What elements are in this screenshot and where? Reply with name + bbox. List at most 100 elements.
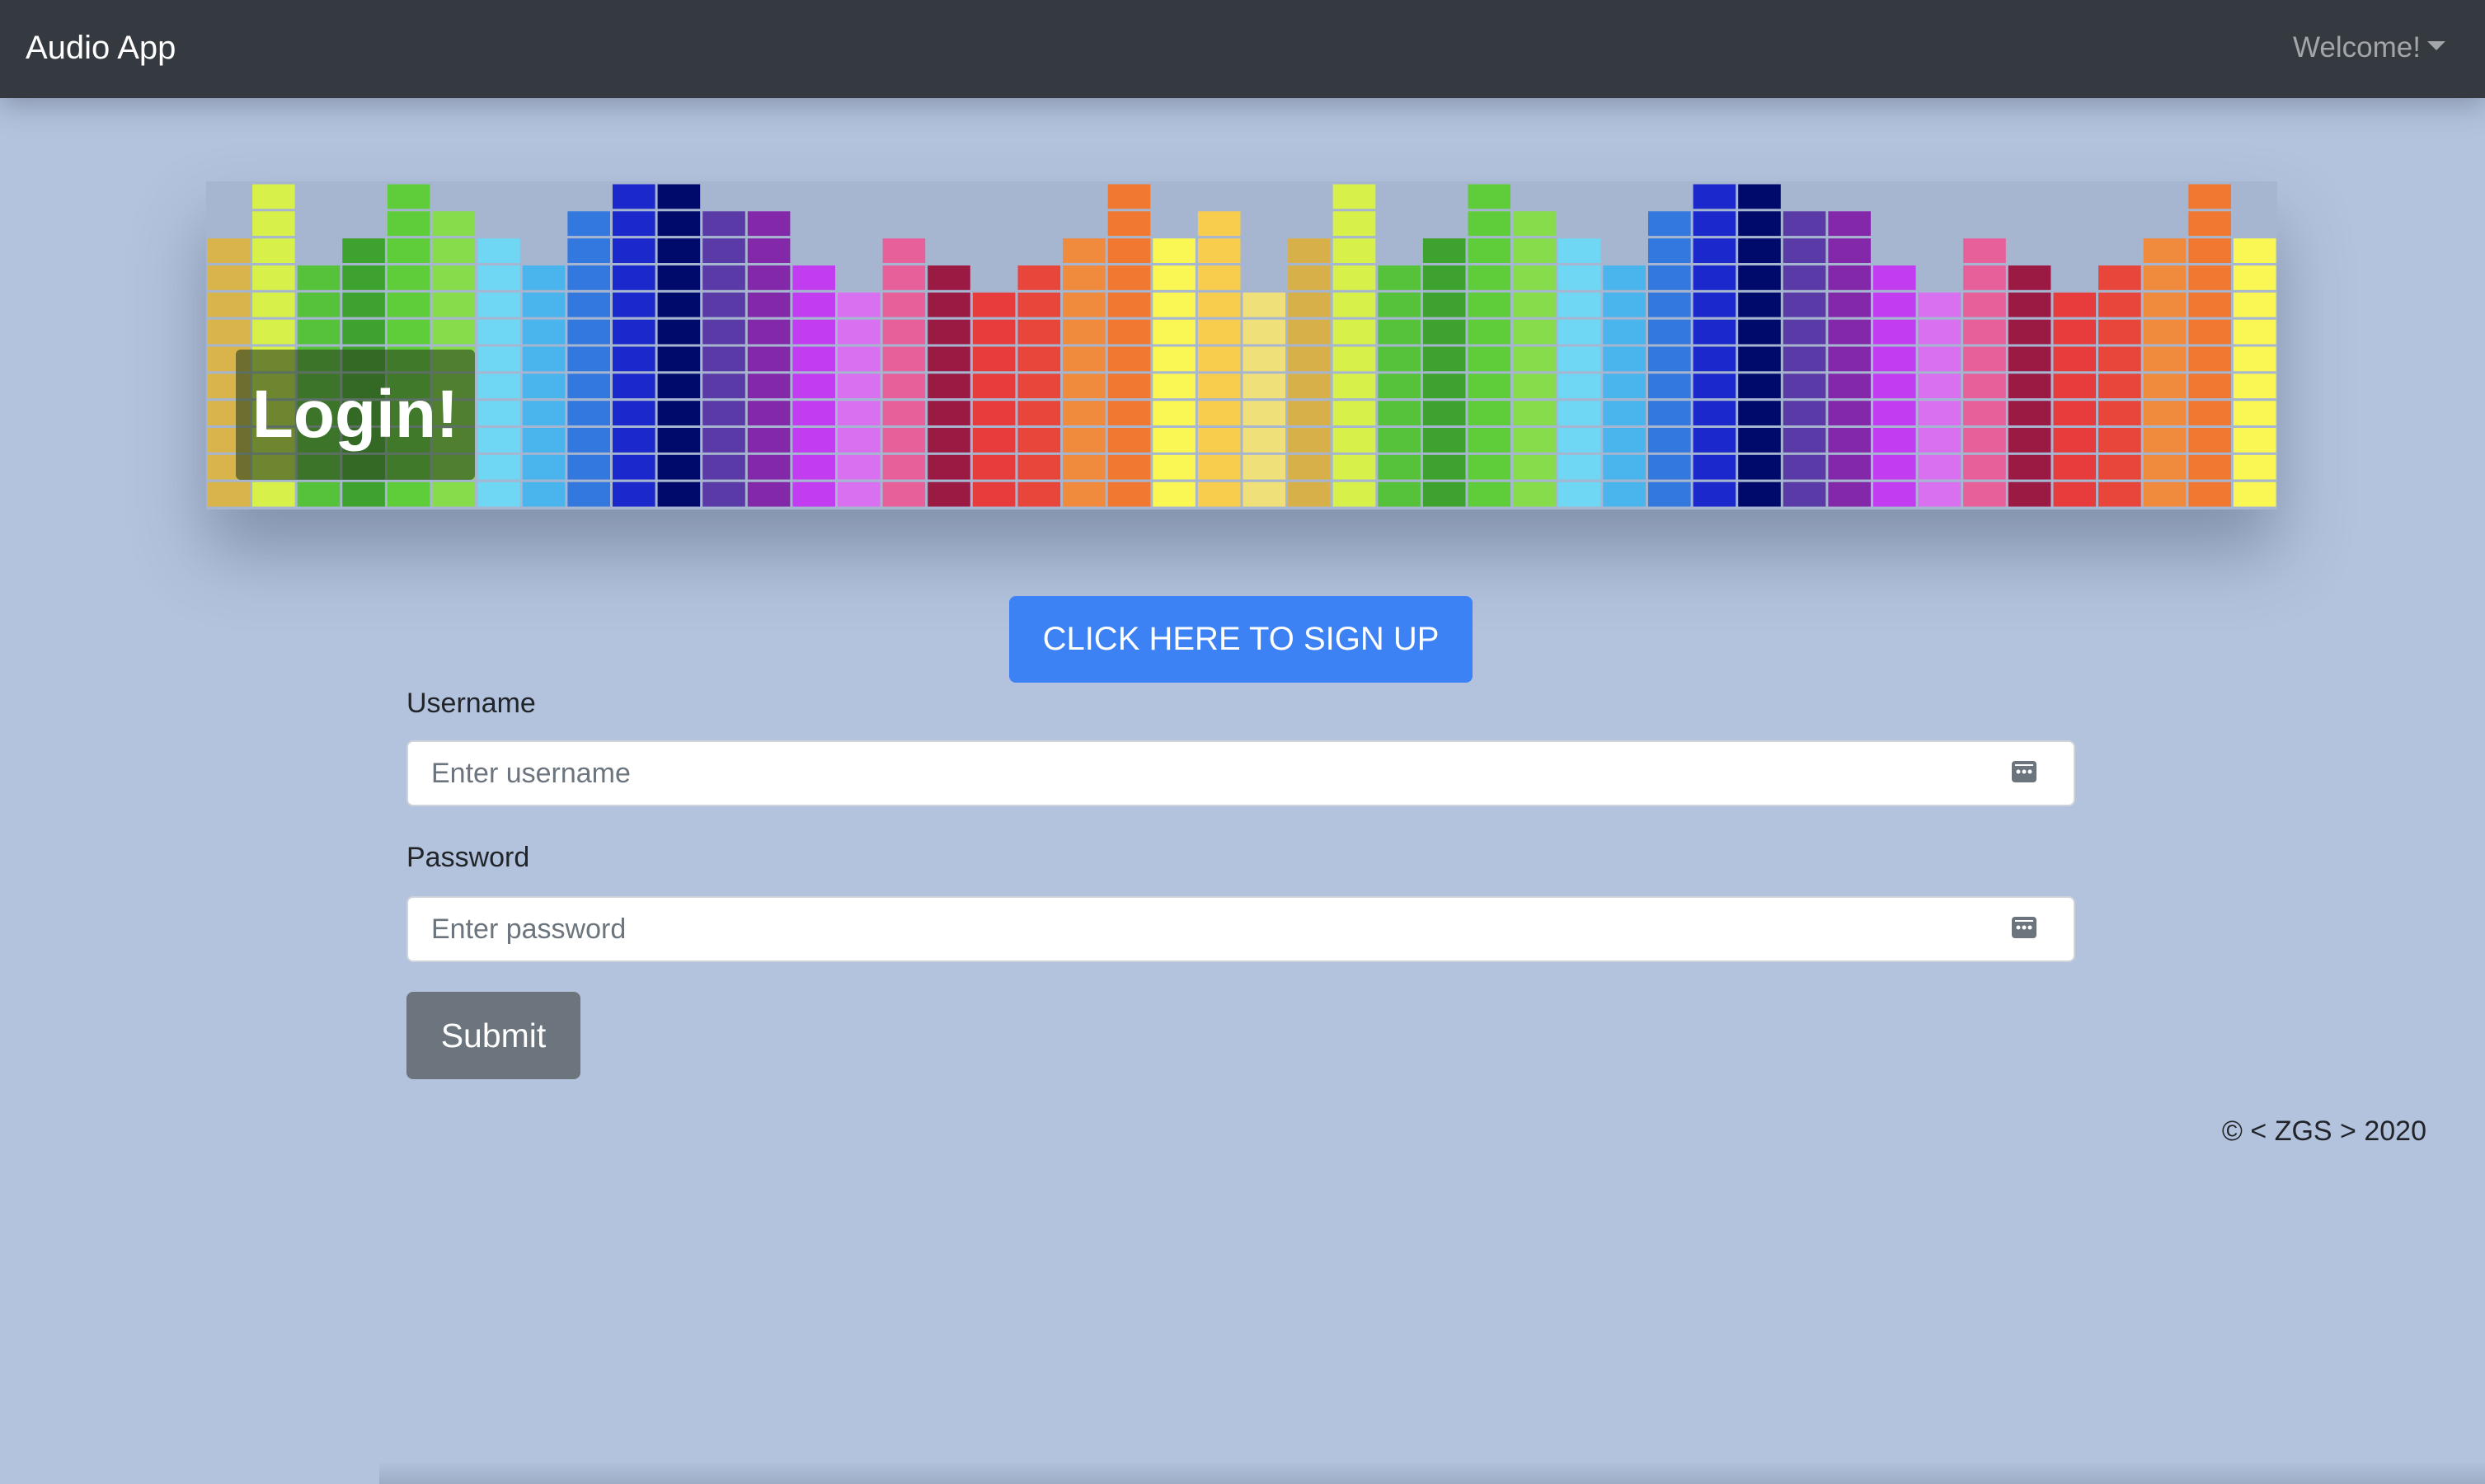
equalizer-cell bbox=[1648, 481, 1691, 507]
equalizer-cell bbox=[972, 292, 1016, 317]
username-input[interactable] bbox=[408, 742, 1998, 805]
equalizer-cell bbox=[1288, 346, 1331, 372]
equalizer-cell bbox=[1288, 292, 1331, 317]
equalizer-cell bbox=[1107, 454, 1151, 480]
equalizer-cell bbox=[252, 319, 295, 345]
equalizer-cell bbox=[2008, 265, 2051, 290]
equalizer-cell bbox=[1693, 481, 1736, 507]
equalizer-cell bbox=[1873, 265, 1916, 290]
equalizer-cell bbox=[432, 292, 476, 317]
equalizer-cell bbox=[1197, 428, 1241, 453]
equalizer-cell bbox=[1017, 319, 1061, 345]
equalizer-cell bbox=[297, 292, 341, 317]
equalizer-cell bbox=[477, 454, 520, 480]
equalizer-cell bbox=[747, 238, 791, 263]
equalizer-cell bbox=[207, 238, 251, 263]
equalizer-cell bbox=[1828, 265, 1871, 290]
equalizer-cell bbox=[2143, 292, 2187, 317]
equalizer-cell bbox=[2008, 319, 2051, 345]
equalizer-cell bbox=[792, 319, 835, 345]
equalizer-cell bbox=[1693, 184, 1736, 209]
equalizer-cell bbox=[2143, 401, 2187, 425]
equalizer-cell bbox=[972, 319, 1016, 345]
equalizer-cell bbox=[882, 481, 926, 507]
equalizer-cell bbox=[1468, 346, 1511, 372]
equalizer-cell bbox=[477, 481, 520, 507]
password-input[interactable] bbox=[408, 898, 1998, 960]
equalizer-cell bbox=[1197, 373, 1241, 399]
equalizer-cell bbox=[1783, 292, 1826, 317]
equalizer-cell bbox=[522, 319, 566, 345]
equalizer-cell bbox=[1107, 319, 1151, 345]
equalizer-cell bbox=[2233, 401, 2276, 425]
equalizer-cell bbox=[1332, 401, 1376, 425]
equalizer-cell bbox=[2008, 373, 2051, 399]
equalizer-cell bbox=[702, 211, 745, 237]
equalizer-cell bbox=[882, 454, 926, 480]
equalizer-cell bbox=[657, 238, 701, 263]
equalizer-cell bbox=[1963, 265, 2006, 290]
equalizer-cell bbox=[1017, 373, 1061, 399]
equalizer-cell bbox=[1557, 319, 1601, 345]
password-manager-key-icon[interactable] bbox=[2011, 758, 2037, 785]
equalizer-cell bbox=[613, 454, 655, 480]
equalizer-cell bbox=[1242, 373, 1286, 399]
equalizer-cell bbox=[387, 265, 430, 290]
equalizer-cell bbox=[1017, 481, 1061, 507]
submit-button[interactable]: Submit bbox=[406, 992, 580, 1079]
brand-link[interactable]: Audio App bbox=[26, 25, 176, 71]
equalizer-cell bbox=[342, 481, 385, 507]
equalizer-cell bbox=[1513, 265, 1556, 290]
equalizer-cell bbox=[477, 319, 520, 345]
equalizer-cell bbox=[252, 238, 295, 263]
equalizer-cell bbox=[1107, 373, 1151, 399]
equalizer-cell bbox=[1153, 238, 1196, 263]
equalizer-cell bbox=[1963, 454, 2006, 480]
equalizer-cell bbox=[432, 211, 476, 237]
equalizer-cell bbox=[2233, 265, 2276, 290]
signup-button[interactable]: CLICK HERE TO SIGN UP bbox=[1009, 596, 1473, 683]
equalizer-cell bbox=[1332, 211, 1376, 237]
equalizer-cell bbox=[1648, 265, 1691, 290]
equalizer-cell bbox=[567, 346, 610, 372]
equalizer-cell bbox=[1378, 265, 1421, 290]
welcome-dropdown[interactable]: Welcome! bbox=[2293, 28, 2445, 68]
equalizer-cell bbox=[207, 292, 251, 317]
password-manager-key-icon[interactable] bbox=[2011, 914, 2037, 941]
equalizer-cell bbox=[2008, 346, 2051, 372]
equalizer-cell bbox=[1873, 428, 1916, 453]
equalizer-cell bbox=[2008, 401, 2051, 425]
equalizer-cell bbox=[1513, 292, 1556, 317]
equalizer-cell bbox=[972, 454, 1016, 480]
equalizer-cell bbox=[387, 211, 430, 237]
equalizer-cell bbox=[1603, 481, 1646, 507]
equalizer-cell bbox=[1107, 238, 1151, 263]
equalizer-cell bbox=[702, 481, 745, 507]
equalizer-cell bbox=[207, 319, 251, 345]
equalizer-cell bbox=[387, 292, 430, 317]
equalizer-cell bbox=[387, 238, 430, 263]
equalizer-cell bbox=[1378, 292, 1421, 317]
equalizer-cell bbox=[747, 481, 791, 507]
equalizer-cell bbox=[2188, 211, 2231, 237]
equalizer-cell bbox=[1963, 428, 2006, 453]
equalizer-cell bbox=[1963, 481, 2006, 507]
equalizer-cell bbox=[1873, 319, 1916, 345]
equalizer-cell bbox=[838, 319, 881, 345]
equalizer-cell bbox=[1557, 373, 1601, 399]
equalizer-cell bbox=[882, 319, 926, 345]
equalizer-cell bbox=[882, 238, 926, 263]
equalizer-cell bbox=[1288, 373, 1331, 399]
equalizer-cell bbox=[1783, 454, 1826, 480]
equalizer-cell bbox=[1288, 265, 1331, 290]
equalizer-cell bbox=[1242, 292, 1286, 317]
equalizer-cell bbox=[613, 184, 655, 209]
equalizer-cell bbox=[2098, 346, 2141, 372]
equalizer-cell bbox=[1242, 401, 1286, 425]
equalizer-cell bbox=[1242, 428, 1286, 453]
equalizer-cell bbox=[1242, 319, 1286, 345]
equalizer-cell bbox=[477, 292, 520, 317]
page-title: Login! bbox=[236, 350, 475, 480]
equalizer-cell bbox=[1197, 346, 1241, 372]
equalizer-cell bbox=[657, 319, 701, 345]
